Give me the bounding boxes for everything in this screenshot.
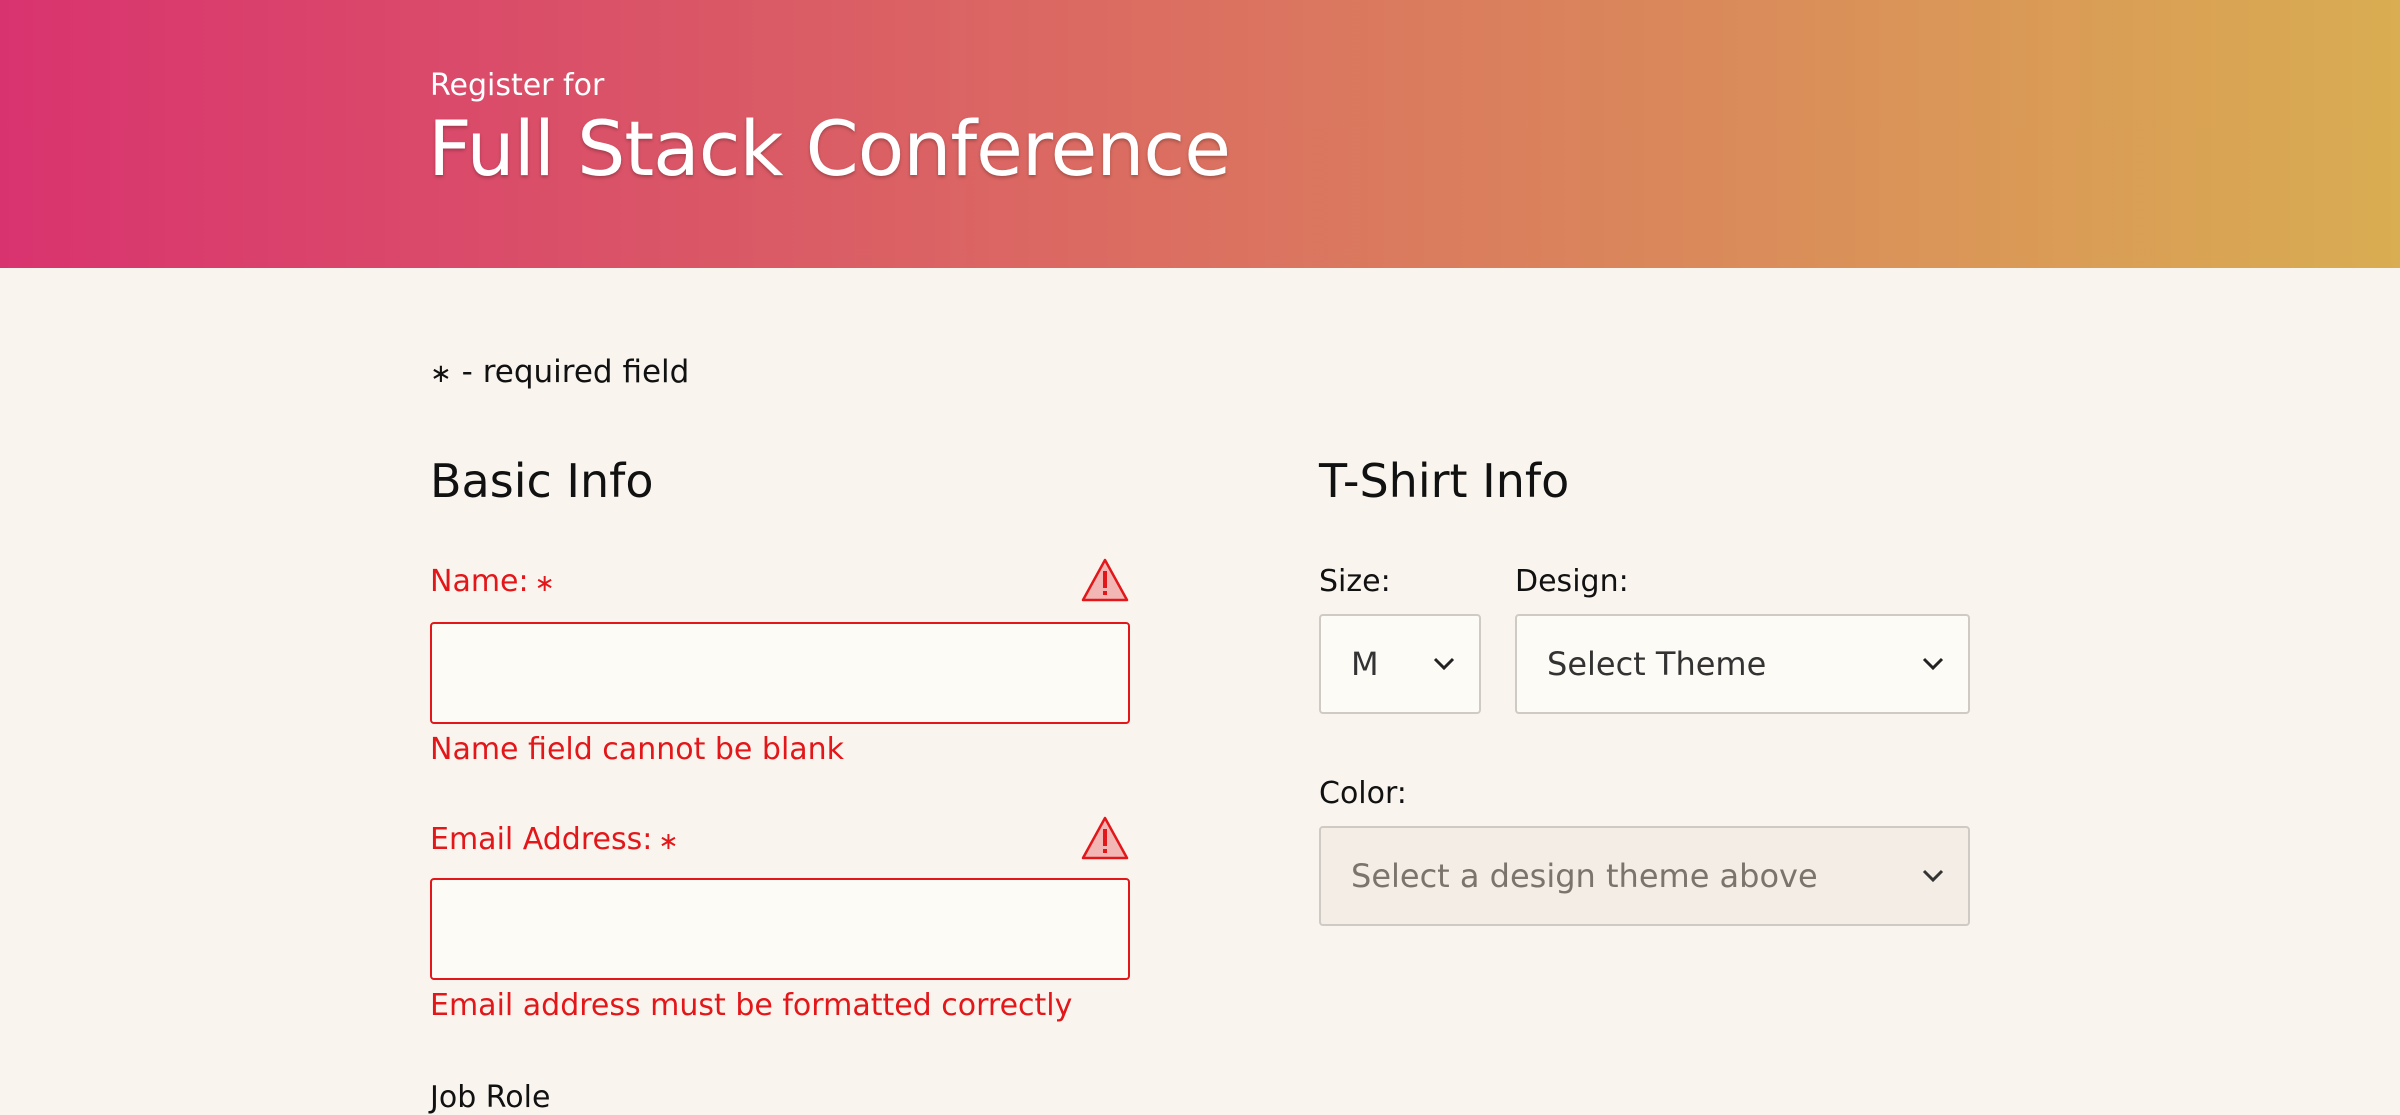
email-required-mark: ∗ — [658, 827, 679, 855]
header-banner: Register for Full Stack Conference — [0, 0, 2400, 268]
color-select-value: Select a design theme above — [1351, 857, 1818, 895]
email-input[interactable] — [430, 878, 1130, 980]
name-required-mark: ∗ — [534, 569, 555, 597]
name-input[interactable] — [430, 622, 1130, 724]
color-select[interactable]: Select a design theme above — [1319, 826, 1970, 926]
warning-icon — [1081, 816, 1129, 860]
design-select[interactable]: Select Theme — [1515, 614, 1970, 714]
required-field-note: ∗ - required field — [430, 354, 689, 390]
color-label: Color: — [1319, 776, 1407, 811]
required-note-text: - required field — [461, 354, 690, 390]
job-role-label: Job Role — [430, 1080, 551, 1115]
chevron-down-icon — [1922, 869, 1944, 883]
email-error-message: Email address must be formatted correctl… — [430, 988, 1073, 1023]
name-error-message: Name field cannot be blank — [430, 732, 845, 767]
chevron-down-icon — [1433, 657, 1455, 671]
header-pretitle: Register for — [430, 68, 605, 103]
name-label-text: Name: — [430, 564, 529, 599]
tshirt-info-heading: T-Shirt Info — [1319, 454, 1570, 508]
size-select-value: M — [1351, 645, 1379, 683]
chevron-down-icon — [1922, 657, 1944, 671]
design-select-value: Select Theme — [1547, 645, 1767, 683]
name-label: Name: ∗ — [430, 564, 555, 599]
basic-info-heading: Basic Info — [430, 454, 654, 508]
email-label-text: Email Address: — [430, 822, 653, 857]
page-title: Full Stack Conference — [428, 104, 1231, 193]
required-asterisk: ∗ — [430, 359, 452, 389]
size-label: Size: — [1319, 564, 1391, 599]
design-label: Design: — [1515, 564, 1629, 599]
email-label: Email Address: ∗ — [430, 822, 678, 857]
warning-icon — [1081, 558, 1129, 602]
size-select[interactable]: M — [1319, 614, 1481, 714]
